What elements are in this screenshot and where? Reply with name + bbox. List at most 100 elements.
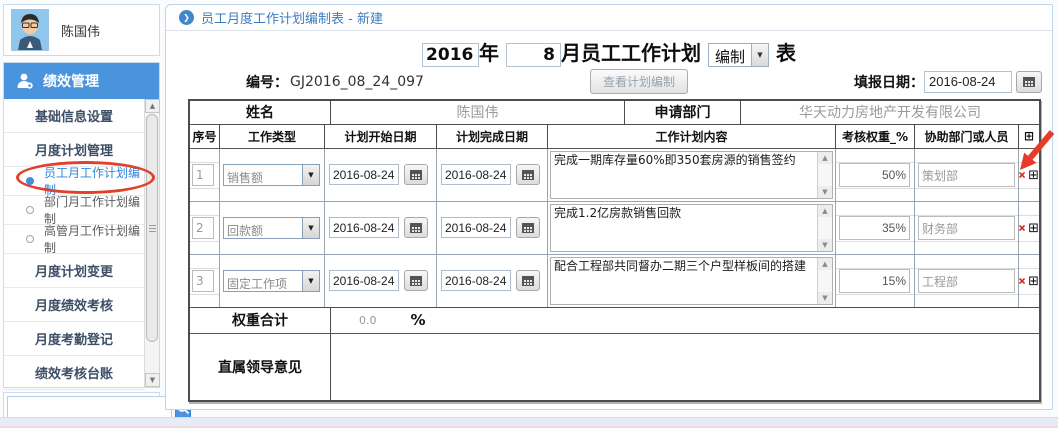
header-weight: 考核权重_% [836,125,915,148]
header-work-type: 工作类型 [220,125,325,148]
radio-bullet-icon [26,206,34,214]
module-header-performance[interactable]: 绩效管理 [4,63,159,99]
weight-input[interactable] [839,269,910,293]
sidebar-item-plan-change[interactable]: 月度计划变更 [4,254,144,288]
add-row-header-icon[interactable]: ⊞ [1019,125,1039,148]
start-date-input[interactable] [329,217,399,238]
work-type-select[interactable]: 回款额▼ [223,217,320,239]
year-input[interactable] [422,43,479,67]
end-date-calendar-button[interactable] [516,217,540,238]
start-date-input[interactable] [329,270,399,291]
start-date-calendar-button[interactable] [404,270,428,291]
meta-row: 编号： GJ2016_08_24_097 查看计划编制 填报日期： [166,69,1052,95]
sidebar-item-monthly-plan-mgmt[interactable]: 月度计划管理 [4,133,144,167]
assist-dept-input[interactable] [918,216,1015,240]
scroll-up-icon[interactable]: ▲ [818,152,832,164]
sidebar-item-dept-monthly-plan[interactable]: 部门月工作计划编制 [4,196,144,225]
delete-row-icon[interactable] [1019,275,1025,287]
form-title: 年 月员工工作计划 编制▼ 表 [166,37,1052,67]
breadcrumb-arrow-icon: ❯ [179,10,194,25]
add-row-icon[interactable]: ⊞ [1028,275,1039,288]
user-profile-card: 陈国伟 [3,4,160,56]
calendar-icon [1023,77,1035,87]
start-date-calendar-button[interactable] [404,164,428,185]
work-type-value: 销售额 [224,165,302,185]
breadcrumb: ❯ 员工月度工作计划编制表 - 新建 [166,5,1052,31]
dept-label: 申请部门 [625,101,741,124]
plan-content-textarea[interactable]: 完成1.2亿房款销售回款▲▼ [550,204,833,252]
title-middle-text: 月员工工作计划 [561,41,701,65]
textarea-scrollbar[interactable]: ▲▼ [817,258,832,304]
plan-content-text: 完成1.2亿房款销售回款 [554,206,814,250]
row-number-box: 2 [192,217,214,239]
start-date-input[interactable] [329,164,399,185]
end-date-input[interactable] [441,164,511,185]
calendar-icon [410,223,422,233]
add-row-icon[interactable]: ⊞ [1028,222,1039,235]
textarea-scrollbar[interactable]: ▲▼ [817,205,832,251]
breadcrumb-title[interactable]: 员工月度工作计划编制表 - 新建 [201,8,383,27]
add-row-icon[interactable]: ⊞ [1028,169,1039,182]
dropdown-arrow-icon[interactable]: ▼ [302,271,319,291]
leader-opinion-row: 直属领导意见 [190,334,1039,400]
sidebar-item-label: 月度考勤登记 [35,329,113,348]
fill-date-input[interactable] [924,71,1012,93]
sidebar: 陈国伟 绩效管理 基础信息设置 月度计划管理 员工月工作 [3,4,160,424]
scroll-up-icon[interactable]: ▲ [818,258,832,270]
work-type-select[interactable]: 固定工作项▼ [223,270,320,292]
scroll-down-button[interactable]: ▼ [145,373,160,387]
end-date-calendar-button[interactable] [516,164,540,185]
weight-input[interactable] [839,216,910,240]
dropdown-arrow-icon[interactable]: ▼ [751,44,768,66]
leader-opinion-label: 直属领导意见 [190,334,331,400]
mode-select[interactable]: 编制▼ [708,43,769,67]
month-input[interactable] [506,43,561,67]
table-row: 2 回款额▼ 完成1.2亿房款销售回款▲▼ ⊞ [190,202,1039,255]
delete-row-icon[interactable] [1019,169,1025,181]
sidebar-item-basic-info[interactable]: 基础信息设置 [4,99,144,133]
view-plan-button[interactable]: 查看计划编制 [590,69,688,94]
dropdown-arrow-icon[interactable]: ▼ [302,218,319,238]
sidebar-item-label: 月度绩效考核 [35,295,113,314]
leader-opinion-field[interactable] [331,334,1039,400]
start-date-calendar-button[interactable] [404,217,428,238]
assist-dept-input[interactable] [918,269,1015,293]
plan-content-textarea[interactable]: 完成一期库存量60%即350套房源的销售签约▲▼ [550,151,833,199]
mode-select-value: 编制 [709,44,751,66]
plan-content-textarea[interactable]: 配合工程部共同督办二期三个户型样板间的搭建▲▼ [550,257,833,305]
scrollbar-thumb[interactable] [146,114,158,342]
assist-dept-input[interactable] [918,163,1015,187]
textarea-scrollbar[interactable]: ▲▼ [817,152,832,198]
sidebar-item-monthly-assessment[interactable]: 月度绩效考核 [4,288,144,322]
menu-list: 基础信息设置 月度计划管理 员工月工作计划编制 部门月工作计划编制 高管月工作计… [4,99,159,387]
info-row: 姓名 陈国伟 申请部门 华天动力房地产开发有限公司 [190,101,1039,125]
code-value: GJ2016_08_24_097 [290,74,424,90]
end-date-calendar-button[interactable] [516,270,540,291]
sidebar-item-attendance[interactable]: 月度考勤登记 [4,322,144,356]
title-year-unit: 年 [479,41,499,65]
fill-date-calendar-button[interactable] [1016,71,1042,93]
weight-input[interactable] [839,163,910,187]
dropdown-arrow-icon[interactable]: ▼ [302,165,319,185]
sidebar-item-exec-monthly-plan[interactable]: 高管月工作计划编制 [4,225,144,254]
calendar-icon [522,223,534,233]
scroll-down-icon[interactable]: ▼ [818,186,832,198]
end-date-input[interactable] [441,270,511,291]
radio-bullet-icon [26,235,34,243]
sidebar-item-employee-monthly-plan[interactable]: 员工月工作计划编制 [4,167,144,196]
radio-bullet-icon [26,177,34,185]
delete-row-icon[interactable] [1019,222,1025,234]
table-header-row: 序号 工作类型 计划开始日期 计划完成日期 工作计划内容 考核权重_% 协助部门… [190,125,1039,149]
work-type-select[interactable]: 销售额▼ [223,164,320,186]
scroll-down-icon[interactable]: ▼ [818,239,832,251]
scroll-up-button[interactable]: ▲ [145,99,160,113]
table-row: 3 固定工作项▼ 配合工程部共同督办二期三个户型样板间的搭建▲▼ ⊞ [190,255,1039,308]
sidebar-scrollbar[interactable]: ▲ ▼ [144,99,159,387]
code-label: 编号： [246,72,288,92]
name-value: 陈国伟 [331,101,625,124]
scroll-up-icon[interactable]: ▲ [818,205,832,217]
end-date-input[interactable] [441,217,511,238]
scroll-down-icon[interactable]: ▼ [818,292,832,304]
page-bottom-bar [0,417,1058,428]
sidebar-item-assessment-ledger[interactable]: 绩效考核台账 [4,356,144,390]
